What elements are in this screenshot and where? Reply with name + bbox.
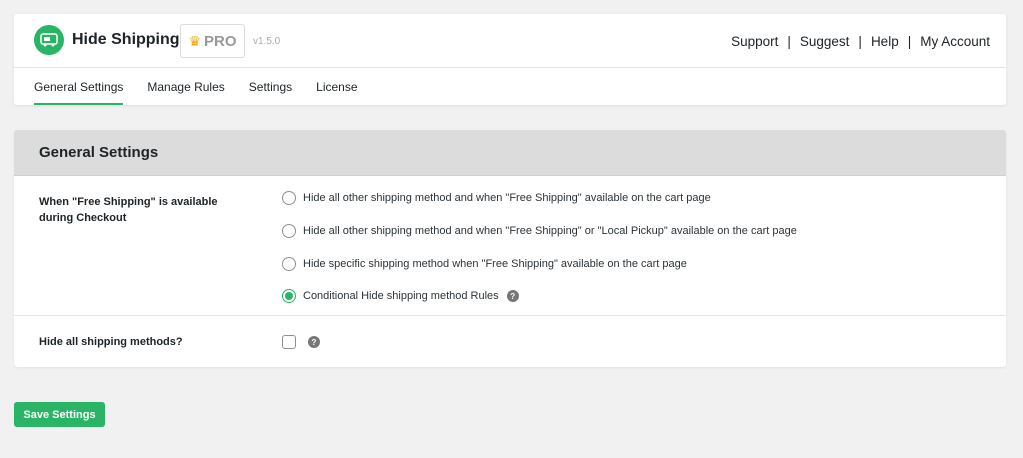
settings-card: General Settings When "Free Shipping" is…	[14, 130, 1006, 367]
free-shipping-row: When "Free Shipping" is available during…	[14, 176, 1006, 316]
my-account-link[interactable]: My Account	[920, 34, 990, 49]
tab-settings[interactable]: Settings	[249, 68, 292, 105]
hide-all-checkbox[interactable]	[282, 335, 296, 349]
save-settings-button[interactable]: Save Settings	[14, 402, 105, 427]
option-label: Hide specific shipping method when "Free…	[303, 258, 687, 270]
pro-label: PRO	[204, 32, 237, 50]
top-links: Support | Suggest | Help | My Account	[731, 34, 990, 49]
nav-tabs: General Settings Manage Rules Settings L…	[34, 68, 382, 105]
radio-button-checked[interactable]	[282, 289, 296, 303]
option-hide-specific[interactable]: Hide specific shipping method when "Free…	[282, 257, 687, 271]
app-title: Hide Shipping	[72, 31, 180, 48]
option-label: Conditional Hide shipping method Rules	[303, 290, 499, 302]
option-hide-all-free-or-pickup[interactable]: Hide all other shipping method and when …	[282, 224, 797, 238]
help-link[interactable]: Help	[871, 34, 899, 49]
link-separator: |	[858, 34, 862, 49]
hide-all-label: Hide all shipping methods?	[39, 336, 183, 348]
tab-general-settings[interactable]: General Settings	[34, 68, 124, 105]
crown-icon: ♛	[188, 33, 202, 49]
suggest-link[interactable]: Suggest	[800, 34, 850, 49]
tab-license[interactable]: License	[316, 68, 357, 105]
plugin-header: Hide Shipping ♛ PRO v1.5.0 Support | Sug…	[14, 14, 1006, 105]
radio-button[interactable]	[282, 191, 296, 205]
radio-button[interactable]	[282, 224, 296, 238]
free-shipping-label: When "Free Shipping" is available during…	[39, 196, 218, 224]
settings-title: General Settings	[39, 144, 159, 161]
radio-button[interactable]	[282, 257, 296, 271]
link-separator: |	[907, 34, 912, 49]
option-label: Hide all other shipping method and when …	[303, 225, 797, 237]
pro-badge: ♛ PRO	[180, 24, 245, 58]
help-icon[interactable]: ?	[506, 290, 519, 302]
option-conditional-rules[interactable]: Conditional Hide shipping method Rules ?	[282, 289, 519, 303]
link-separator: |	[787, 34, 791, 49]
version-label: v1.5.0	[253, 36, 281, 47]
tab-manage-rules[interactable]: Manage Rules	[147, 68, 224, 105]
hide-all-row: Hide all shipping methods? ?	[14, 316, 1006, 366]
truck-icon	[34, 25, 64, 55]
support-link[interactable]: Support	[731, 34, 778, 49]
option-hide-all-free[interactable]: Hide all other shipping method and when …	[282, 191, 711, 205]
brand-row: Hide Shipping ♛ PRO v1.5.0 Support | Sug…	[14, 14, 1006, 68]
settings-header: General Settings	[14, 130, 1006, 176]
option-label: Hide all other shipping method and when …	[303, 192, 711, 204]
help-icon[interactable]: ?	[308, 336, 320, 348]
